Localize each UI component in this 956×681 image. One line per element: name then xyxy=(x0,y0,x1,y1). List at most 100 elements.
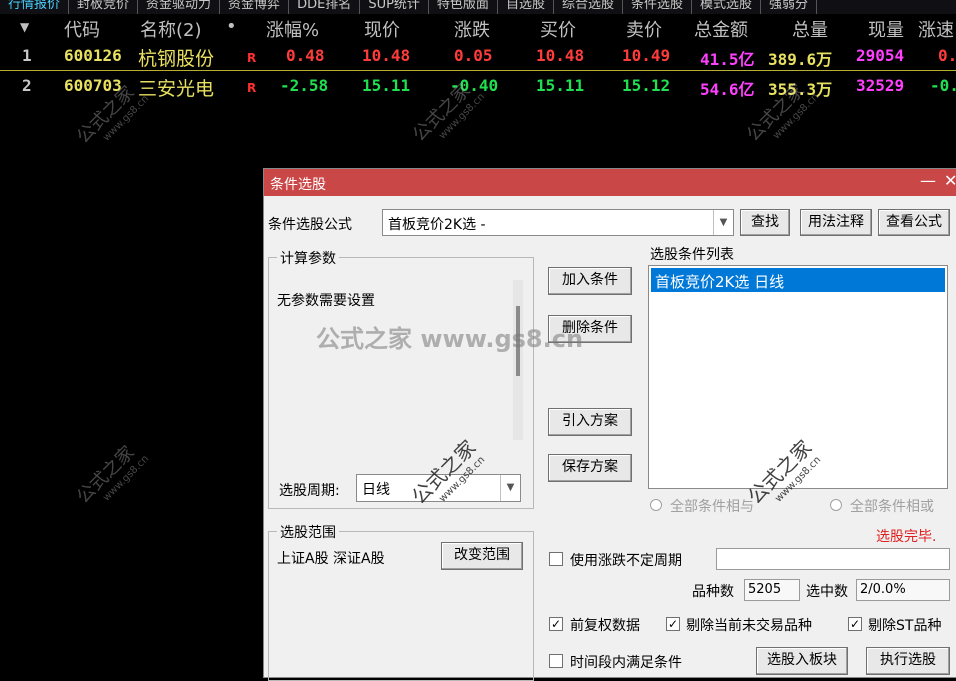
col-amount[interactable]: 总金额 xyxy=(694,16,748,42)
amount: 41.5亿 xyxy=(700,50,755,69)
pct-change: 0.48 xyxy=(286,46,325,65)
dialog-title-bar[interactable]: 条件选股 — ✕ xyxy=(264,169,956,196)
tab-capital-game[interactable]: 资金博弈 xyxy=(220,0,290,14)
tab-feature-layout[interactable]: 特色版面 xyxy=(429,0,498,14)
price: 15.11 xyxy=(362,76,411,95)
radio-and-label: 全部条件相与 xyxy=(670,499,754,515)
add-condition-button[interactable]: 加入条件 xyxy=(548,267,632,295)
current-volume: 29054 xyxy=(856,46,905,65)
save-scheme-button[interactable]: 保存方案 xyxy=(548,454,632,482)
selected-value: 2/0.0% xyxy=(856,579,950,601)
list-item[interactable]: 首板竞价2K选 日线 xyxy=(651,268,945,292)
quote-tab-bar: 行情报价 封板竞价 资金驱动力 资金博弈 DDE排名 SUP统计 特色版面 自选股 综合选股 条件… xyxy=(0,0,956,14)
row-selection-line xyxy=(0,70,956,71)
tab-condition-select[interactable]: 条件选股 xyxy=(623,0,692,14)
period-value: 日线 xyxy=(362,482,390,498)
status-text: 选股完毕. xyxy=(876,529,937,545)
col-current-volume[interactable]: 现量 xyxy=(868,16,904,42)
tab-watchlist[interactable]: 自选股 xyxy=(498,0,554,14)
col-dot: • xyxy=(226,16,237,37)
price: 10.48 xyxy=(362,46,411,65)
minimize-icon[interactable]: — xyxy=(920,171,936,190)
period-label: 选股周期: xyxy=(279,483,340,499)
sort-arrow-icon[interactable]: ▼ xyxy=(20,20,29,34)
formula-value: 首板竞价2K选 - xyxy=(388,217,486,233)
radio-or-label: 全部条件相或 xyxy=(850,499,934,515)
close-icon[interactable]: ✕ xyxy=(944,171,956,190)
formula-select[interactable]: 首板竞价2K选 - ▼ xyxy=(382,209,734,236)
quote-table-header: ▼ 代码 名称(2) • 涨幅% 现价 涨跌 买价 卖价 总金额 总量 现量 涨… xyxy=(0,14,956,42)
row-index: 2 xyxy=(22,76,32,95)
time-range-checkbox[interactable] xyxy=(549,654,563,668)
watermark: 公式之家 www.gs8.cn xyxy=(72,441,152,508)
pct-change: -2.58 xyxy=(280,76,329,95)
col-ask[interactable]: 卖价 xyxy=(626,16,662,42)
stock-code: 600126 xyxy=(64,46,122,65)
stock-name: 杭钢股份 xyxy=(138,48,215,70)
bid: 15.11 xyxy=(536,76,585,95)
params-scrollbar[interactable] xyxy=(513,280,523,440)
stock-name: 三安光电 xyxy=(138,78,215,100)
change-range-button[interactable]: 改变范围 xyxy=(441,542,523,570)
params-text: 无参数需要设置 xyxy=(277,293,375,309)
ask: 15.12 xyxy=(622,76,671,95)
speed: 0. xyxy=(938,46,956,65)
remove-st-label: 剔除ST品种 xyxy=(868,618,942,634)
time-range-label: 时间段内满足条件 xyxy=(570,655,682,671)
col-bid[interactable]: 买价 xyxy=(540,16,576,42)
chevron-down-icon[interactable]: ▼ xyxy=(500,475,520,501)
margin-tag: R xyxy=(247,81,257,95)
count-value: 5205 xyxy=(744,579,800,601)
adjust-checkbox[interactable]: ✓ xyxy=(549,617,563,631)
col-price[interactable]: 现价 xyxy=(364,16,400,42)
range-title: 选股范围 xyxy=(277,522,339,542)
watermark: 公式之家 www.gs8.cn xyxy=(316,325,584,353)
bid: 10.48 xyxy=(536,46,585,65)
col-code[interactable]: 代码 xyxy=(64,16,100,42)
speed: -0. xyxy=(930,76,956,95)
tab-combined-select[interactable]: 综合选股 xyxy=(554,0,623,14)
add-to-block-button[interactable]: 选股入板块 xyxy=(756,647,848,675)
table-row[interactable]: 1 600126 杭钢股份 R 0.48 10.48 0.05 10.48 10… xyxy=(0,43,956,71)
volume: 389.6万 xyxy=(768,50,833,69)
params-title: 计算参数 xyxy=(277,248,339,268)
variable-period-input[interactable] xyxy=(716,548,950,570)
condition-list-title: 选股条件列表 xyxy=(650,247,734,263)
find-button[interactable]: 查找 xyxy=(740,209,790,236)
range-group: 选股范围 上证A股 深证A股 改变范围 xyxy=(268,522,534,681)
tab-pattern-select[interactable]: 模式选股 xyxy=(692,0,761,14)
col-change[interactable]: 涨跌 xyxy=(454,16,490,42)
range-text: 上证A股 深证A股 xyxy=(277,551,385,567)
tab-dde-rank[interactable]: DDE排名 xyxy=(289,0,361,14)
col-speed[interactable]: 涨速 xyxy=(918,16,954,42)
condition-select-dialog: 条件选股 — ✕ 条件选股公式 首板竞价2K选 - ▼ 查找 用法注释 查看公式… xyxy=(263,168,956,681)
col-volume[interactable]: 总量 xyxy=(792,16,828,42)
view-formula-button[interactable]: 查看公式 xyxy=(878,209,950,236)
radio-or[interactable] xyxy=(830,499,842,511)
dialog-title: 条件选股 xyxy=(270,177,326,193)
remove-st-checkbox[interactable]: ✓ xyxy=(848,617,862,631)
col-pct[interactable]: 涨幅% xyxy=(266,16,319,42)
import-scheme-button[interactable]: 引入方案 xyxy=(548,408,632,436)
usage-notes-button[interactable]: 用法注释 xyxy=(800,209,872,236)
row-index: 1 xyxy=(22,46,32,65)
col-name[interactable]: 名称(2) xyxy=(140,16,202,42)
ask: 10.49 xyxy=(622,46,671,65)
formula-label: 条件选股公式 xyxy=(268,217,352,233)
count-label: 品种数 xyxy=(692,584,734,600)
tab-quotes[interactable]: 行情报价 xyxy=(0,0,70,14)
radio-and[interactable] xyxy=(650,499,662,511)
remove-untraded-checkbox[interactable]: ✓ xyxy=(666,617,680,631)
tab-auction[interactable]: 封板竞价 xyxy=(69,0,139,14)
execute-button[interactable]: 执行选股 xyxy=(866,647,950,675)
chevron-down-icon[interactable]: ▼ xyxy=(713,210,733,235)
selected-label: 选中数 xyxy=(806,584,848,600)
tab-strength[interactable]: 强弱分 xyxy=(761,0,818,14)
list-item-label: 首板竞价2K选 日线 xyxy=(655,273,785,291)
tab-sup-stats[interactable]: SUP统计 xyxy=(360,0,429,14)
params-group: 计算参数 无参数需要设置 选股周期: 日线 ▼ xyxy=(268,248,534,509)
variable-period-checkbox[interactable] xyxy=(549,552,563,566)
variable-period-label: 使用涨跌不定周期 xyxy=(570,553,682,569)
tab-capital-drive[interactable]: 资金驱动力 xyxy=(138,0,221,14)
remove-untraded-label: 剔除当前未交易品种 xyxy=(686,618,812,634)
